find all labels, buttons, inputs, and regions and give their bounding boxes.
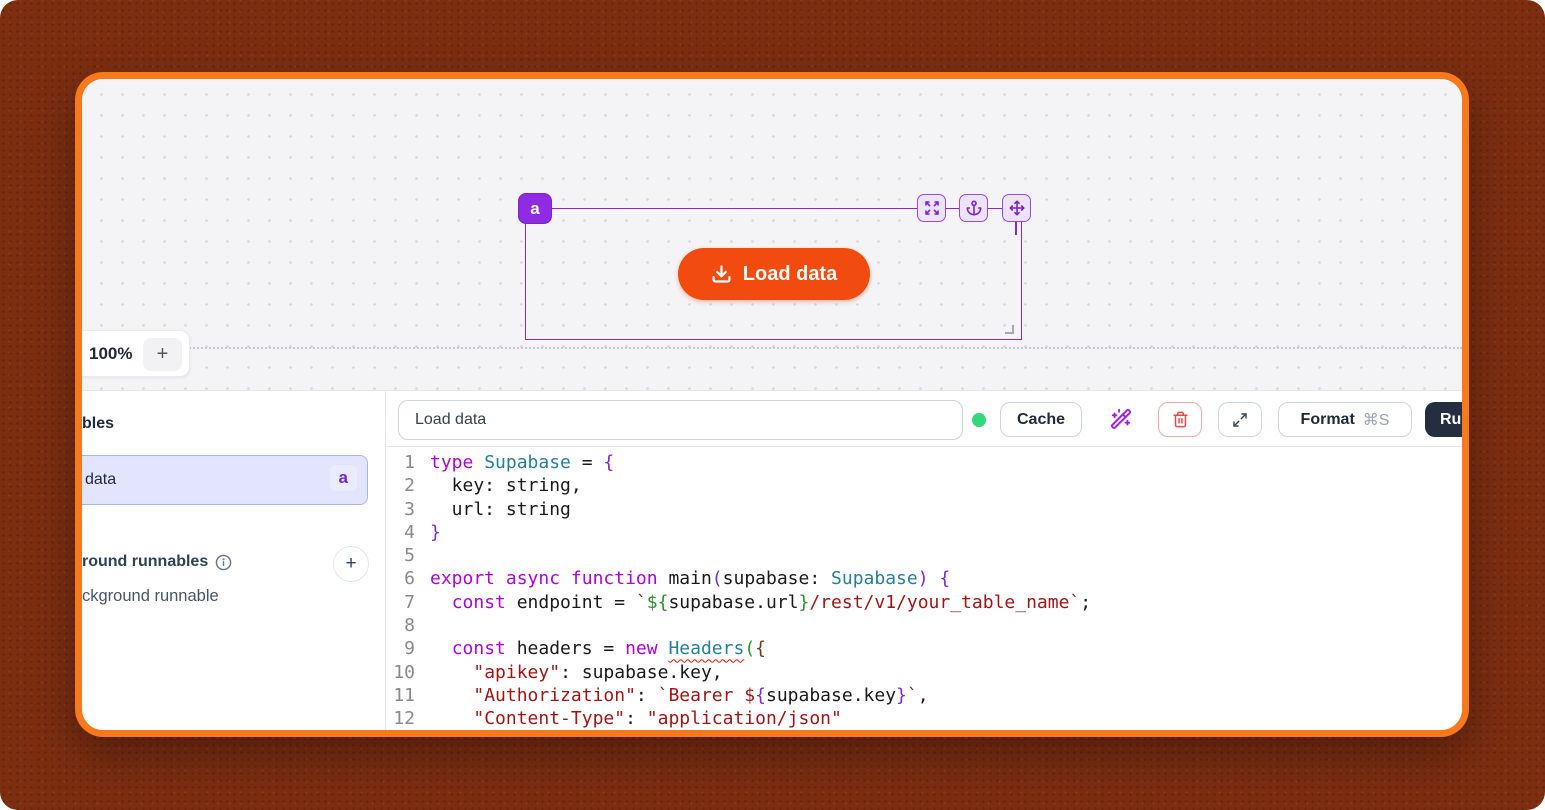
- zoom-level-label: 100%: [82, 344, 132, 364]
- code-line-content: const endpoint = `${supabase.url}/rest/v…: [415, 591, 1091, 614]
- line-number: 8: [386, 614, 415, 637]
- code-line[interactable]: 1type Supabase = {: [386, 451, 1462, 474]
- expand-corners-icon: [924, 200, 940, 216]
- line-number: 6: [386, 567, 415, 590]
- move-icon: [1009, 200, 1025, 216]
- code-lines: 1type Supabase = {2 key: string,3 url: s…: [386, 451, 1462, 730]
- line-number: 10: [386, 661, 415, 684]
- code-line[interactable]: 6export async function main(supabase: Su…: [386, 567, 1462, 590]
- code-line-content: const headers = new Headers({: [415, 637, 766, 660]
- magic-wand-icon: [1110, 408, 1132, 430]
- anchor-icon: [966, 200, 982, 216]
- line-number: 4: [386, 521, 415, 544]
- code-line-content: export async function main(supabase: Sup…: [415, 567, 950, 590]
- delete-button[interactable]: [1158, 402, 1202, 437]
- handle-connector-line: [1015, 221, 1017, 235]
- component-anchor-button[interactable]: [959, 194, 988, 222]
- runnables-sidebar: bles data a round runnables: [82, 391, 386, 730]
- expand-diagonal-icon: [1232, 412, 1248, 428]
- page-background: a: [0, 0, 1545, 810]
- background-runnables-section: round runnables: [82, 553, 232, 571]
- line-number: 11: [386, 684, 415, 707]
- background-runnables-empty-text: ckground runnable: [82, 587, 219, 606]
- bottom-panel: bles data a round runnables: [82, 390, 1462, 730]
- info-icon[interactable]: [215, 554, 232, 571]
- cache-button-label: Cache: [1017, 411, 1065, 429]
- editor-toolbar: Cache: [386, 391, 1462, 447]
- format-button-label: Format: [1301, 411, 1355, 429]
- code-line[interactable]: 7 const endpoint = `${supabase.url}/rest…: [386, 591, 1462, 614]
- expand-editor-button[interactable]: [1218, 402, 1262, 437]
- code-line[interactable]: 9 const headers = new Headers({: [386, 637, 1462, 660]
- ai-wand-button[interactable]: [1110, 408, 1132, 430]
- app-canvas[interactable]: a: [82, 79, 1462, 390]
- runnable-item-badge: a: [330, 465, 357, 491]
- canvas-boundary-dotted-line: [82, 347, 1462, 349]
- format-shortcut: ⌘S: [1363, 410, 1390, 430]
- code-line[interactable]: 5: [386, 544, 1462, 567]
- code-line[interactable]: 11 "Authorization": `Bearer ${supabase.k…: [386, 684, 1462, 707]
- load-data-button-label: Load data: [743, 263, 837, 286]
- component-expand-button[interactable]: [917, 194, 946, 222]
- line-number: 5: [386, 544, 415, 567]
- component-move-button[interactable]: [1002, 194, 1031, 222]
- component-resize-handle[interactable]: [1005, 325, 1014, 334]
- load-data-button[interactable]: Load data: [678, 248, 870, 300]
- code-line-content: "Authorization": `Bearer ${supabase.key}…: [415, 684, 929, 707]
- canvas-zoom-control: 100% +: [82, 330, 190, 377]
- plus-icon: +: [345, 553, 356, 575]
- line-number: 12: [386, 707, 415, 730]
- run-button-label: Run: [1440, 411, 1462, 429]
- run-button[interactable]: Run: [1425, 402, 1462, 437]
- code-line-content: type Supabase = {: [415, 451, 614, 474]
- code-line[interactable]: 4}: [386, 521, 1462, 544]
- code-editor[interactable]: 1type Supabase = {2 key: string,3 url: s…: [386, 447, 1462, 730]
- trash-icon: [1172, 411, 1189, 428]
- status-dot: [972, 413, 986, 427]
- app-window-content: a: [82, 79, 1462, 730]
- code-line-content: }: [415, 521, 441, 544]
- add-background-runnable-button[interactable]: +: [333, 546, 369, 582]
- component-id-badge: a: [518, 193, 552, 224]
- runnable-editor: Cache: [386, 391, 1462, 730]
- cache-button[interactable]: Cache: [1000, 402, 1082, 437]
- format-button[interactable]: Format ⌘S: [1278, 402, 1412, 437]
- download-icon: [711, 264, 732, 285]
- runnable-name-input[interactable]: [398, 400, 963, 440]
- code-line[interactable]: 12 "Content-Type": "application/json": [386, 707, 1462, 730]
- code-line-content: "Content-Type": "application/json": [415, 707, 842, 730]
- code-line-content: url: string: [415, 498, 571, 521]
- code-line[interactable]: 3 url: string: [386, 498, 1462, 521]
- code-line[interactable]: 10 "apikey": supabase.key,: [386, 661, 1462, 684]
- runnable-item-label: data: [82, 471, 116, 489]
- runnables-heading: bles: [82, 415, 114, 433]
- code-line[interactable]: 8: [386, 614, 1462, 637]
- code-line-content: "apikey": supabase.key,: [415, 661, 723, 684]
- runnable-list-item-selected[interactable]: data a: [82, 455, 368, 505]
- background-runnables-heading: round runnables: [82, 553, 208, 571]
- line-number: 9: [386, 637, 415, 660]
- code-line[interactable]: 2 key: string,: [386, 474, 1462, 497]
- zoom-in-button[interactable]: +: [143, 338, 182, 371]
- app-window: a: [75, 72, 1469, 737]
- code-line-content: key: string,: [415, 474, 582, 497]
- code-line-content: [415, 614, 430, 637]
- line-number: 3: [386, 498, 415, 521]
- line-number: 1: [386, 451, 415, 474]
- code-line-content: [415, 544, 430, 567]
- line-number: 7: [386, 591, 415, 614]
- line-number: 2: [386, 474, 415, 497]
